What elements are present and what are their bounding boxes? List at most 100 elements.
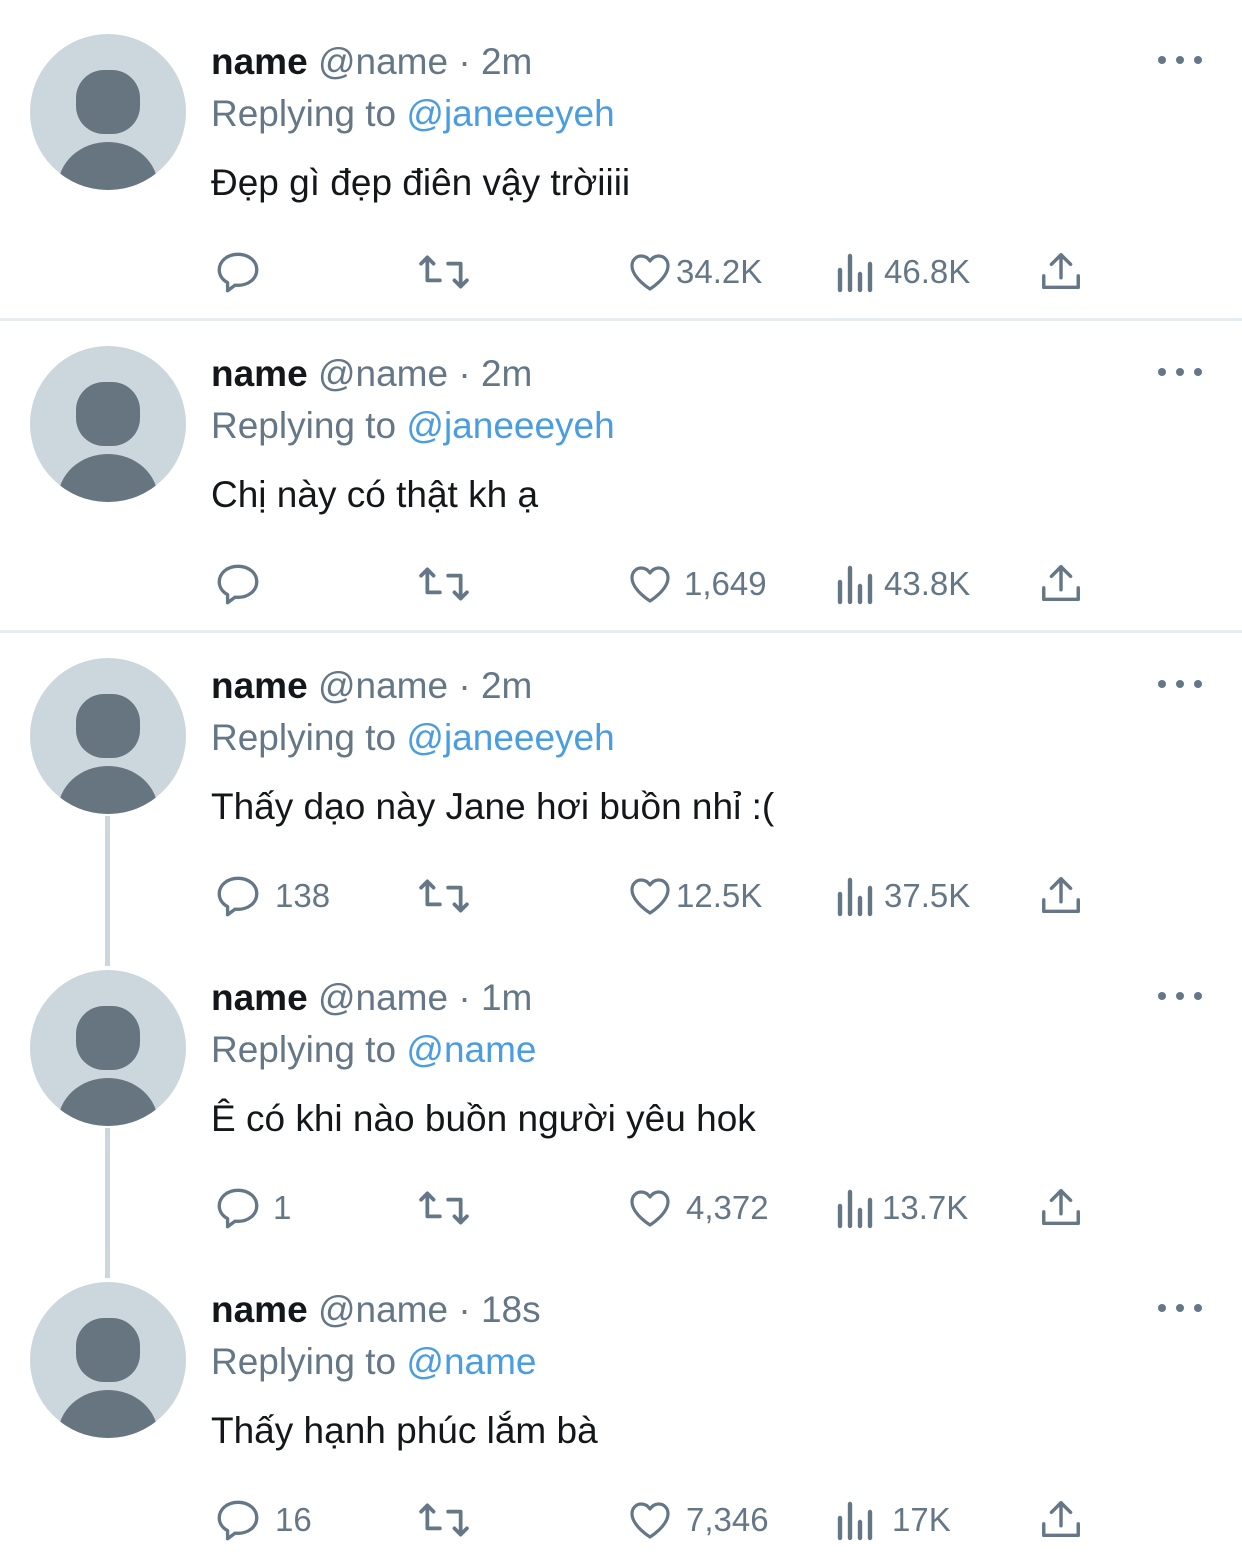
views-button[interactable]: 37.5K bbox=[834, 868, 970, 924]
like-count: 1,649 bbox=[684, 565, 767, 602]
more-icon[interactable] bbox=[1158, 984, 1202, 1008]
avatar[interactable] bbox=[30, 34, 186, 190]
reply-button[interactable] bbox=[213, 244, 271, 300]
replying-to-handle[interactable]: @name bbox=[406, 1029, 536, 1070]
like-button[interactable]: 7,346 bbox=[626, 1492, 769, 1548]
like-button[interactable]: 1,649 bbox=[626, 556, 767, 612]
tweet[interactable]: name @name · 2m Replying to @janeeeyeh C… bbox=[0, 312, 1242, 624]
tweet-header: name @name · 2m bbox=[211, 664, 532, 708]
replying-to-handle[interactable]: @janeeeyeh bbox=[406, 93, 614, 134]
user-handle[interactable]: @name bbox=[318, 41, 448, 82]
share-button[interactable] bbox=[1038, 868, 1084, 924]
display-name[interactable]: name bbox=[211, 977, 308, 1018]
share-button[interactable] bbox=[1038, 244, 1084, 300]
replying-to: Replying to @janeeeyeh bbox=[211, 92, 615, 136]
reply-icon bbox=[217, 564, 259, 605]
user-handle[interactable]: @name bbox=[318, 977, 448, 1018]
tweet-actions: 138 12.5K 37.5K bbox=[0, 868, 1242, 924]
more-icon[interactable] bbox=[1158, 672, 1202, 696]
retweet-button[interactable] bbox=[416, 556, 472, 612]
reply-button[interactable]: 1 bbox=[213, 1180, 291, 1236]
user-handle[interactable]: @name bbox=[318, 1289, 448, 1330]
reply-button[interactable]: 138 bbox=[213, 868, 330, 924]
tweet-text: Đẹp gì đẹp điên vậy trờiiii bbox=[211, 162, 631, 203]
retweet-button[interactable] bbox=[416, 244, 472, 300]
tweet-actions: 1,649 43.8K bbox=[0, 556, 1242, 612]
user-handle[interactable]: @name bbox=[318, 353, 448, 394]
more-icon[interactable] bbox=[1158, 360, 1202, 384]
reply-icon bbox=[217, 876, 259, 917]
tweet-header: name @name · 18s bbox=[211, 1288, 541, 1332]
share-button[interactable] bbox=[1038, 1492, 1084, 1548]
views-icon bbox=[837, 1189, 873, 1229]
views-count: 13.7K bbox=[882, 1189, 969, 1226]
tweet-text: Ê có khi nào buồn người yêu hok bbox=[211, 1098, 756, 1139]
views-button[interactable]: 43.8K bbox=[834, 556, 970, 612]
replying-to: Replying to @janeeeyeh bbox=[211, 716, 615, 760]
views-button[interactable]: 46.8K bbox=[834, 244, 970, 300]
replying-label: Replying to bbox=[211, 405, 397, 446]
like-count: 7,346 bbox=[686, 1501, 769, 1538]
replying-label: Replying to bbox=[211, 1341, 397, 1382]
reply-button[interactable] bbox=[213, 556, 271, 612]
replying-to-handle[interactable]: @janeeeyeh bbox=[406, 717, 614, 758]
avatar[interactable] bbox=[30, 1282, 186, 1438]
share-button[interactable] bbox=[1038, 1180, 1084, 1236]
views-icon bbox=[837, 565, 873, 605]
timestamp[interactable]: 2m bbox=[481, 665, 532, 706]
retweet-icon bbox=[419, 1191, 469, 1225]
share-button[interactable] bbox=[1038, 556, 1084, 612]
avatar[interactable] bbox=[30, 970, 186, 1126]
user-handle[interactable]: @name bbox=[318, 665, 448, 706]
tweet-header: name @name · 2m bbox=[211, 40, 532, 84]
tweet[interactable]: name @name · 1m Replying to @name Ê có k… bbox=[0, 936, 1242, 1248]
tweet[interactable]: name @name · 2m Replying to @janeeeyeh Đ… bbox=[0, 0, 1242, 312]
more-icon[interactable] bbox=[1158, 1296, 1202, 1320]
like-count: 12.5K bbox=[676, 877, 763, 914]
views-count: 46.8K bbox=[884, 253, 971, 290]
timestamp[interactable]: 1m bbox=[481, 977, 532, 1018]
views-icon bbox=[837, 1501, 873, 1541]
like-button[interactable]: 34.2K bbox=[626, 244, 762, 300]
tweet[interactable]: name @name · 18s Replying to @name Thấy … bbox=[0, 1248, 1242, 1560]
views-button[interactable]: 17K bbox=[834, 1492, 951, 1548]
reply-count: 16 bbox=[275, 1501, 312, 1538]
replying-to-handle[interactable]: @name bbox=[406, 1341, 536, 1382]
replying-to-handle[interactable]: @janeeeyeh bbox=[406, 405, 614, 446]
avatar[interactable] bbox=[30, 658, 186, 814]
separator: · bbox=[458, 665, 471, 706]
replying-to: Replying to @name bbox=[211, 1340, 537, 1384]
share-icon bbox=[1042, 253, 1080, 290]
reply-count: 1 bbox=[273, 1189, 292, 1226]
display-name[interactable]: name bbox=[211, 1289, 308, 1330]
like-count: 4,372 bbox=[686, 1189, 769, 1226]
timestamp[interactable]: 2m bbox=[481, 353, 532, 394]
retweet-button[interactable] bbox=[416, 1180, 472, 1236]
like-button[interactable]: 4,372 bbox=[626, 1180, 769, 1236]
display-name[interactable]: name bbox=[211, 665, 308, 706]
retweet-button[interactable] bbox=[416, 868, 472, 924]
tweet-actions: 1 4,372 13.7K bbox=[0, 1180, 1242, 1236]
timestamp[interactable]: 18s bbox=[481, 1289, 541, 1330]
retweet-icon bbox=[419, 1503, 469, 1537]
reply-button[interactable]: 16 bbox=[213, 1492, 312, 1548]
like-icon bbox=[630, 1190, 670, 1227]
views-count: 37.5K bbox=[884, 877, 971, 914]
views-button[interactable]: 13.7K bbox=[834, 1180, 968, 1236]
tweet-text: Thấy hạnh phúc lắm bà bbox=[211, 1410, 598, 1451]
like-icon bbox=[630, 1502, 670, 1539]
tweet[interactable]: name @name · 2m Replying to @janeeeyeh T… bbox=[0, 624, 1242, 936]
share-icon bbox=[1042, 1189, 1080, 1226]
tweet-header: name @name · 1m bbox=[211, 976, 532, 1020]
like-count: 34.2K bbox=[676, 253, 763, 290]
like-button[interactable]: 12.5K bbox=[626, 868, 762, 924]
display-name[interactable]: name bbox=[211, 353, 308, 394]
avatar[interactable] bbox=[30, 346, 186, 502]
retweet-button[interactable] bbox=[416, 1492, 472, 1548]
more-icon[interactable] bbox=[1158, 48, 1202, 72]
separator: · bbox=[458, 41, 471, 82]
timestamp[interactable]: 2m bbox=[481, 41, 532, 82]
display-name[interactable]: name bbox=[211, 41, 308, 82]
replying-to: Replying to @name bbox=[211, 1028, 537, 1072]
tweet-header: name @name · 2m bbox=[211, 352, 532, 396]
